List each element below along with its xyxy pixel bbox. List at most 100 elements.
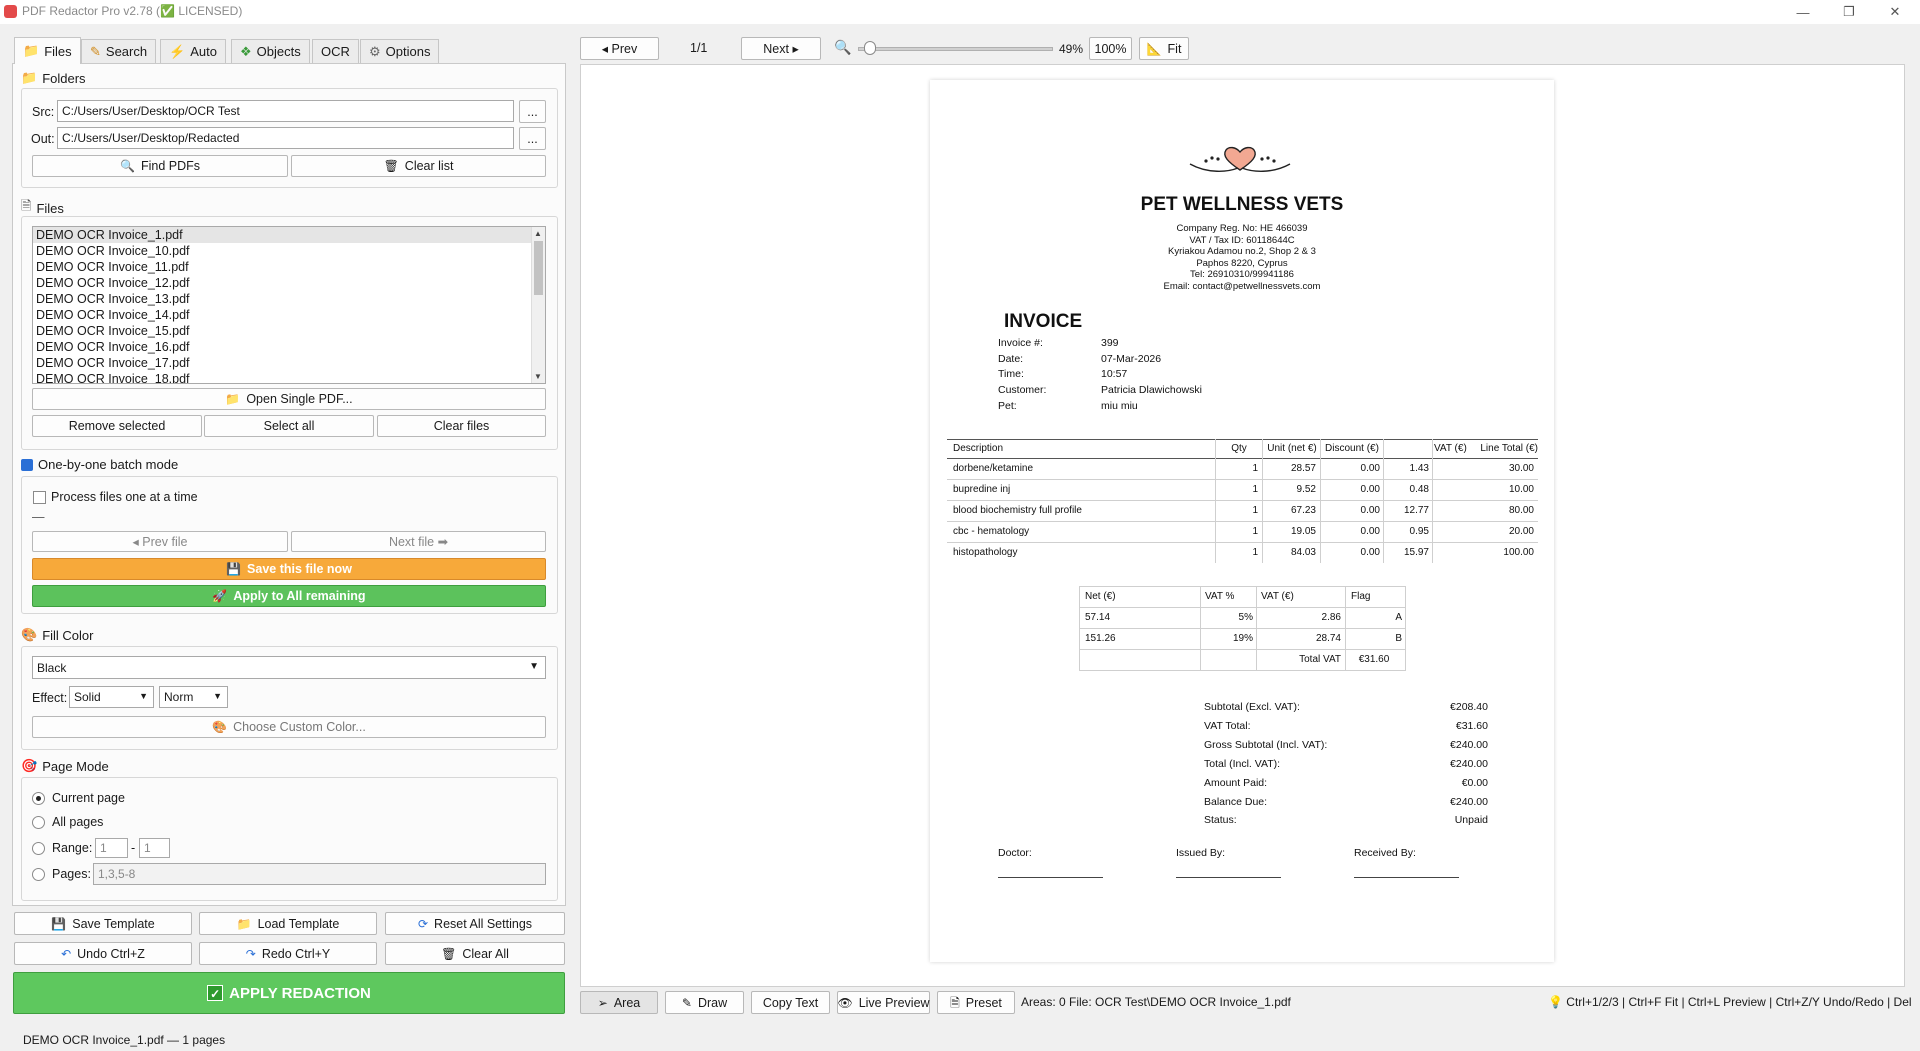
meta-value: 10:57 bbox=[1101, 368, 1128, 381]
prev-file-button[interactable]: ◂ Prev file bbox=[32, 531, 288, 552]
list-item[interactable]: DEMO OCR Invoice_14.pdf bbox=[33, 307, 545, 323]
next-page-button[interactable]: Next ▸ bbox=[741, 37, 821, 60]
table-cell: 19.05 bbox=[1290, 526, 1316, 537]
next-file-button[interactable]: Next file ➡ bbox=[291, 531, 546, 552]
file-list[interactable]: DEMO OCR Invoice_1.pdf DEMO OCR Invoice_… bbox=[32, 226, 546, 384]
trash-icon: 🗑 bbox=[441, 946, 457, 961]
list-item[interactable]: DEMO OCR Invoice_15.pdf bbox=[33, 323, 545, 339]
list-item[interactable]: DEMO OCR Invoice_18.pdf bbox=[33, 371, 545, 383]
redo-button[interactable]: ↷ Redo Ctrl+Y bbox=[199, 942, 377, 965]
vat-total-label: Total VAT bbox=[1299, 654, 1341, 665]
maximize-button[interactable]: ❐ bbox=[1826, 0, 1872, 24]
signature-label: Received By: bbox=[1354, 847, 1416, 859]
page-mode-section-title: 🎯 Page Mode bbox=[21, 758, 109, 774]
list-item[interactable]: DEMO OCR Invoice_12.pdf bbox=[33, 275, 545, 291]
current-page-radio[interactable] bbox=[32, 792, 45, 805]
fill-section-title: 🎨 Fill Color bbox=[21, 627, 93, 643]
total-label: VAT Total: bbox=[1204, 719, 1251, 732]
batch-section-title: One-by-one batch mode bbox=[21, 457, 178, 472]
pages-radio[interactable] bbox=[32, 868, 45, 881]
close-button[interactable]: ✕ bbox=[1872, 0, 1918, 24]
draw-tool-button[interactable]: ✎ Draw bbox=[665, 991, 744, 1014]
copy-text-button[interactable]: Copy Text bbox=[751, 991, 830, 1014]
button-label: Live Preview bbox=[858, 995, 930, 1010]
zoom-100-button[interactable]: 100% bbox=[1089, 37, 1132, 60]
load-template-button[interactable]: 📁 Load Template bbox=[199, 912, 377, 935]
src-folder-input[interactable]: C:/Users/User/Desktop/OCR Test bbox=[57, 100, 514, 122]
range-label: Range: bbox=[52, 841, 93, 855]
clear-all-button[interactable]: 🗑 Clear All bbox=[385, 942, 565, 965]
palette-icon: 🎨 bbox=[21, 627, 38, 642]
zoom-slider[interactable] bbox=[858, 47, 1053, 51]
out-folder-input[interactable]: C:/Users/User/Desktop/Redacted bbox=[57, 127, 514, 149]
pdf-page: PET WELLNESS VETS Company Reg. No: HE 46… bbox=[930, 80, 1554, 962]
select-all-button[interactable]: Select all bbox=[204, 415, 374, 437]
rocket-icon: 🚀 bbox=[212, 589, 228, 603]
scroll-thumb[interactable] bbox=[534, 241, 543, 295]
tab-objects[interactable]: ❖ Objects bbox=[231, 39, 310, 63]
tab-search[interactable]: ✎ Search bbox=[81, 39, 157, 63]
reset-icon: ⟳ bbox=[417, 916, 429, 931]
lightning-icon: ⚡ bbox=[169, 43, 186, 59]
vat-cell: 2.86 bbox=[1321, 612, 1341, 623]
prev-page-button[interactable]: ◂ Prev bbox=[580, 37, 659, 60]
remove-selected-button[interactable]: Remove selected bbox=[32, 415, 202, 437]
button-label: Clear All bbox=[462, 946, 509, 961]
table-cell: 0.95 bbox=[1409, 526, 1429, 537]
reset-all-settings-button[interactable]: ⟳ Reset All Settings bbox=[385, 912, 565, 935]
range-radio[interactable] bbox=[32, 842, 45, 855]
zoom-percent: 49% bbox=[1059, 42, 1084, 56]
signature-line bbox=[1354, 877, 1459, 878]
process-one-checkbox[interactable] bbox=[33, 491, 46, 504]
table-cell: 84.03 bbox=[1290, 547, 1316, 558]
table-cell: 1 bbox=[1252, 463, 1258, 474]
preset-button[interactable]: 🗎 Preset bbox=[937, 991, 1015, 1014]
list-item[interactable]: DEMO OCR Invoice_13.pdf bbox=[33, 291, 545, 307]
all-pages-radio[interactable] bbox=[32, 816, 45, 829]
magnifier-icon: 🔍 bbox=[120, 159, 135, 173]
fit-button[interactable]: 📐 Fit bbox=[1139, 37, 1189, 60]
out-browse-button[interactable]: ... bbox=[519, 127, 546, 150]
list-item[interactable]: DEMO OCR Invoice_10.pdf bbox=[33, 243, 545, 259]
company-line: Company Reg. No: HE 466039 bbox=[1176, 223, 1308, 234]
list-item[interactable]: DEMO OCR Invoice_17.pdf bbox=[33, 355, 545, 371]
apply-redaction-button[interactable]: ✓ APPLY REDACTION bbox=[13, 972, 565, 1014]
meta-value: miu miu bbox=[1101, 399, 1138, 412]
clear-files-button[interactable]: Clear files bbox=[377, 415, 546, 437]
clear-list-button[interactable]: 🗑 Clear list bbox=[291, 155, 546, 177]
save-template-button[interactable]: 💾 Save Template bbox=[14, 912, 192, 935]
button-label: Preset bbox=[965, 995, 1002, 1010]
scroll-down-icon[interactable]: ▼ bbox=[534, 372, 542, 381]
redo-icon: ↷ bbox=[245, 946, 256, 961]
tab-files[interactable]: 📁 Files bbox=[14, 37, 81, 64]
vat-cell: A bbox=[1395, 612, 1402, 623]
open-single-pdf-button[interactable]: 📁 Open Single PDF... bbox=[32, 388, 546, 410]
range-to-spinner[interactable]: 1 bbox=[139, 838, 170, 858]
fill-color-select[interactable]: Black ▼ bbox=[32, 656, 546, 679]
tab-options[interactable]: ⚙ Options bbox=[360, 39, 440, 63]
save-this-file-button[interactable]: 💾 Save this file now bbox=[32, 558, 546, 580]
scroll-up-icon[interactable]: ▲ bbox=[534, 229, 542, 238]
list-item[interactable]: DEMO OCR Invoice_11.pdf bbox=[33, 259, 545, 275]
file-list-scrollbar[interactable]: ▲ ▼ bbox=[531, 227, 545, 383]
total-value: €31.60 bbox=[1455, 719, 1488, 732]
area-tool-button[interactable]: ➢ Area bbox=[580, 991, 658, 1014]
src-browse-button[interactable]: ... bbox=[519, 100, 546, 123]
list-item[interactable]: DEMO OCR Invoice_16.pdf bbox=[33, 339, 545, 355]
all-pages-label: All pages bbox=[52, 815, 104, 829]
pages-input[interactable]: 1,3,5-8 bbox=[93, 863, 546, 885]
minimize-button[interactable]: — bbox=[1780, 0, 1826, 24]
choose-custom-color-button[interactable]: 🎨 Choose Custom Color... bbox=[32, 716, 546, 738]
norm-select[interactable]: Norm ▼ bbox=[159, 686, 228, 708]
palette-icon: 🎨 bbox=[212, 720, 228, 734]
find-pdfs-button[interactable]: 🔍 Find PDFs bbox=[32, 155, 288, 177]
effect-select[interactable]: Solid ▼ bbox=[69, 686, 154, 708]
range-from-spinner[interactable]: 1 bbox=[95, 838, 128, 858]
list-item[interactable]: DEMO OCR Invoice_1.pdf bbox=[33, 227, 545, 243]
tab-auto[interactable]: ⚡ Auto bbox=[160, 39, 226, 63]
undo-button[interactable]: ↶ Undo Ctrl+Z bbox=[14, 942, 192, 965]
live-preview-button[interactable]: 👁 Live Preview bbox=[837, 991, 930, 1014]
tab-ocr[interactable]: OCR bbox=[312, 39, 359, 63]
apply-to-all-button[interactable]: 🚀 Apply to All remaining bbox=[32, 585, 546, 607]
zoom-slider-thumb[interactable] bbox=[863, 41, 876, 55]
